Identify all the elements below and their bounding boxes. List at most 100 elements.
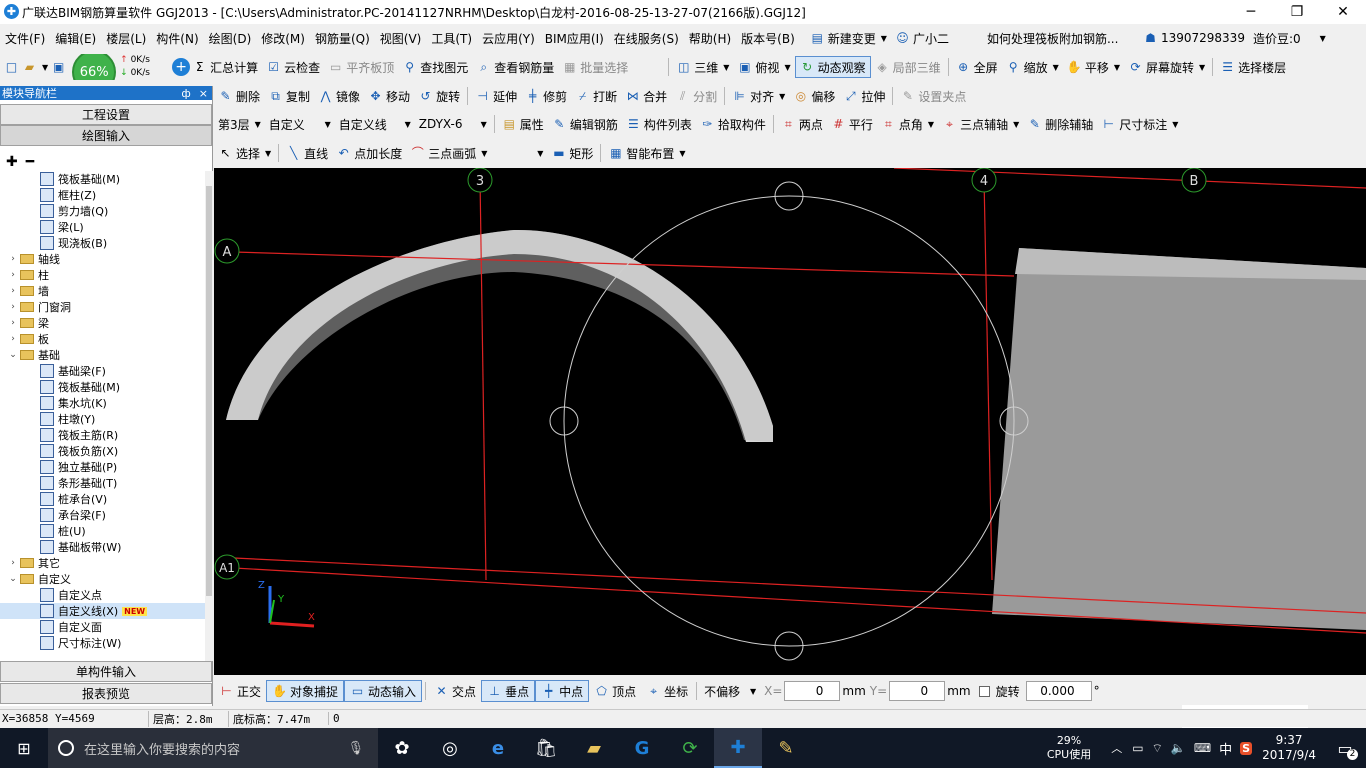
taskbar-explorer[interactable]: ▰ [570,728,618,768]
minimize-button[interactable]: ─ [1228,0,1274,24]
menu-item[interactable]: 绘图(D) [204,26,257,50]
taskbar-app-g[interactable]: G [618,728,666,768]
collapse-all-icon[interactable]: ━ [26,154,34,170]
tree-item[interactable]: 基础梁(F) [0,363,205,379]
tree-item[interactable]: 现浇板(B) [0,235,205,251]
tree-item[interactable]: 承台梁(F) [0,507,205,523]
expand-icon[interactable]: › [8,302,18,312]
subtype-select[interactable]: 自定义线 ▼ [335,112,415,136]
delete-axis-button[interactable]: ✎ 删除辅轴 [1023,112,1097,136]
ortho-button[interactable]: ⊢ 正交 [214,680,266,702]
trim-button[interactable]: ╪ 修剪 [521,84,571,108]
tree-folder[interactable]: › 其它 [0,555,205,571]
close-button[interactable]: ✕ [1320,0,1366,24]
mirror-button[interactable]: ⋀ 镜像 [314,84,364,108]
tree-item[interactable]: 剪力墙(Q) [0,203,205,219]
drawing-canvas[interactable]: 3 4 B A A1 Z Y X [214,168,1366,675]
perp-button[interactable]: ⊥ 垂点 [481,680,536,702]
menu-item[interactable]: 帮助(H) [684,26,736,50]
cpu-usage[interactable]: 29% CPU使用 [1047,734,1091,762]
tree-item[interactable]: 筏板负筋(X) [0,443,205,459]
x-input[interactable]: 0 [784,681,841,701]
menu-item[interactable]: BIM应用(I) [540,26,609,50]
collapse-icon[interactable]: ⌄ [8,350,18,360]
merge-button[interactable]: ⋈ 合并 [621,84,671,108]
expand-icon[interactable]: › [8,254,18,264]
mid-button[interactable]: ┿ 中点 [535,680,590,702]
tree-item[interactable]: 梁(L) [0,219,205,235]
stretch-button[interactable]: ⤢ 拉伸 [839,84,889,108]
taskbar-search[interactable]: 在这里输入你要搜索的内容 🎙 [48,728,378,768]
tree-item[interactable]: 自定义面 [0,619,205,635]
tree-folder[interactable]: › 梁 [0,315,205,331]
chevron-down-icon[interactable]: ▼ [42,63,48,72]
smart-button[interactable]: ▦ 智能布置 ▼ [604,141,689,165]
tree-folder[interactable]: › 柱 [0,267,205,283]
taskbar-app-2[interactable]: ◎ [426,728,474,768]
tree-item[interactable]: 尺寸标注(W) [0,635,205,651]
delete-button[interactable]: ✎ 删除 [214,84,264,108]
three-d-button[interactable]: ◫ 三维 ▼ [672,54,733,80]
rect-button[interactable]: ▬ 矩形 [547,141,597,165]
tree-item[interactable]: 筏板主筋(R) [0,427,205,443]
rotate-checkbox[interactable] [978,685,990,697]
offset-button[interactable]: ◎ 偏移 [789,84,839,108]
component-select[interactable]: ZDYX-6 ▼ [415,112,491,136]
point-len-button[interactable]: ↶ 点加长度 [332,141,406,165]
rotate-screen-button[interactable]: ⟳ 屏幕旋转 ▼ [1124,54,1209,80]
taskbar-edge[interactable]: e [474,728,522,768]
properties-button[interactable]: ▤ 属性 [498,112,548,136]
guangxiaoer-button[interactable]: ☺ 广小二 [891,26,953,50]
expand-icon[interactable]: › [8,270,18,280]
tree-item[interactable]: 框柱(Z) [0,187,205,203]
y-input[interactable]: 0 [889,681,946,701]
sogou-icon[interactable]: S [1240,741,1253,755]
zoom-button[interactable]: ⚲ 缩放 ▼ [1002,54,1063,80]
select-button[interactable]: ↖ 选择 ▼ [214,141,275,165]
expand-icon[interactable]: › [8,334,18,344]
copy-button[interactable]: ⧉ 复制 [264,84,314,108]
chevron-up-icon[interactable]: ︿ [1111,740,1122,756]
notification-button[interactable]: ▭ 2 [1330,728,1360,768]
pin-icon[interactable]: ф [181,87,190,100]
dyn-input-button[interactable]: ▭ 动态输入 [344,680,423,702]
memory-ball[interactable]: 66% [72,54,117,80]
tree-item[interactable]: 柱墩(Y) [0,411,205,427]
comp-list-button[interactable]: ☰ 构件列表 [622,112,696,136]
split-button[interactable]: ⫽ 分割 [671,84,721,108]
edit-rebar-button[interactable]: ✎ 编辑钢筋 [548,112,622,136]
dimension-button[interactable]: ⊢ 尺寸标注 ▼ [1097,112,1182,136]
menu-item[interactable]: 楼层(L) [101,26,151,50]
start-button[interactable]: ⊞ [0,728,48,768]
new-change-button[interactable]: ▤ 新建变更 ▼ [806,26,891,50]
expand-icon[interactable]: › [8,286,18,296]
coord-button[interactable]: ⌖ 坐标 [641,680,693,702]
two-points-button[interactable]: ⌗ 两点 [777,112,827,136]
new-file-icon[interactable]: □ [4,60,19,75]
break-button[interactable]: ⌿ 打断 [571,84,621,108]
menu-item[interactable]: 云应用(Y) [477,26,540,50]
tree-item[interactable]: 桩承台(V) [0,491,205,507]
collapse-icon[interactable]: ⌄ [8,574,18,584]
parallel-button[interactable]: # 平行 [827,112,877,136]
taskbar-store[interactable]: 🛍 [522,728,570,768]
mic-icon[interactable]: 🎙 [347,741,364,756]
tree-item[interactable]: 独立基础(P) [0,459,205,475]
tree-item[interactable]: 自定义线(X) NEW [0,603,205,619]
volume-icon[interactable]: 🔈 [1171,741,1186,755]
keyboard-icon[interactable]: ⌨ [1194,741,1211,755]
fullscreen-button[interactable]: ⊕ 全屏 [952,54,1002,80]
menu-item[interactable]: 编辑(E) [50,26,101,50]
open-folder-icon[interactable]: ▰ [22,60,37,75]
tree-folder[interactable]: › 墙 [0,283,205,299]
taskbar-ggj[interactable]: ✚ [714,728,762,768]
tree-item[interactable]: 集水坑(K) [0,395,205,411]
report-preview-button[interactable]: 报表预览 [0,683,212,704]
three-point-axis-button[interactable]: ⌖ 三点辅轴 ▼ [938,112,1023,136]
lang-indicator[interactable]: 中 [1219,739,1232,758]
offset-mode-select[interactable]: 不偏移 ▼ [700,681,760,701]
expand-icon[interactable]: › [8,318,18,328]
set-grip-button[interactable]: ✎ 设置夹点 [896,84,970,108]
align-button[interactable]: ⊫ 对齐 ▼ [728,84,789,108]
tree-item[interactable]: 自定义点 [0,587,205,603]
